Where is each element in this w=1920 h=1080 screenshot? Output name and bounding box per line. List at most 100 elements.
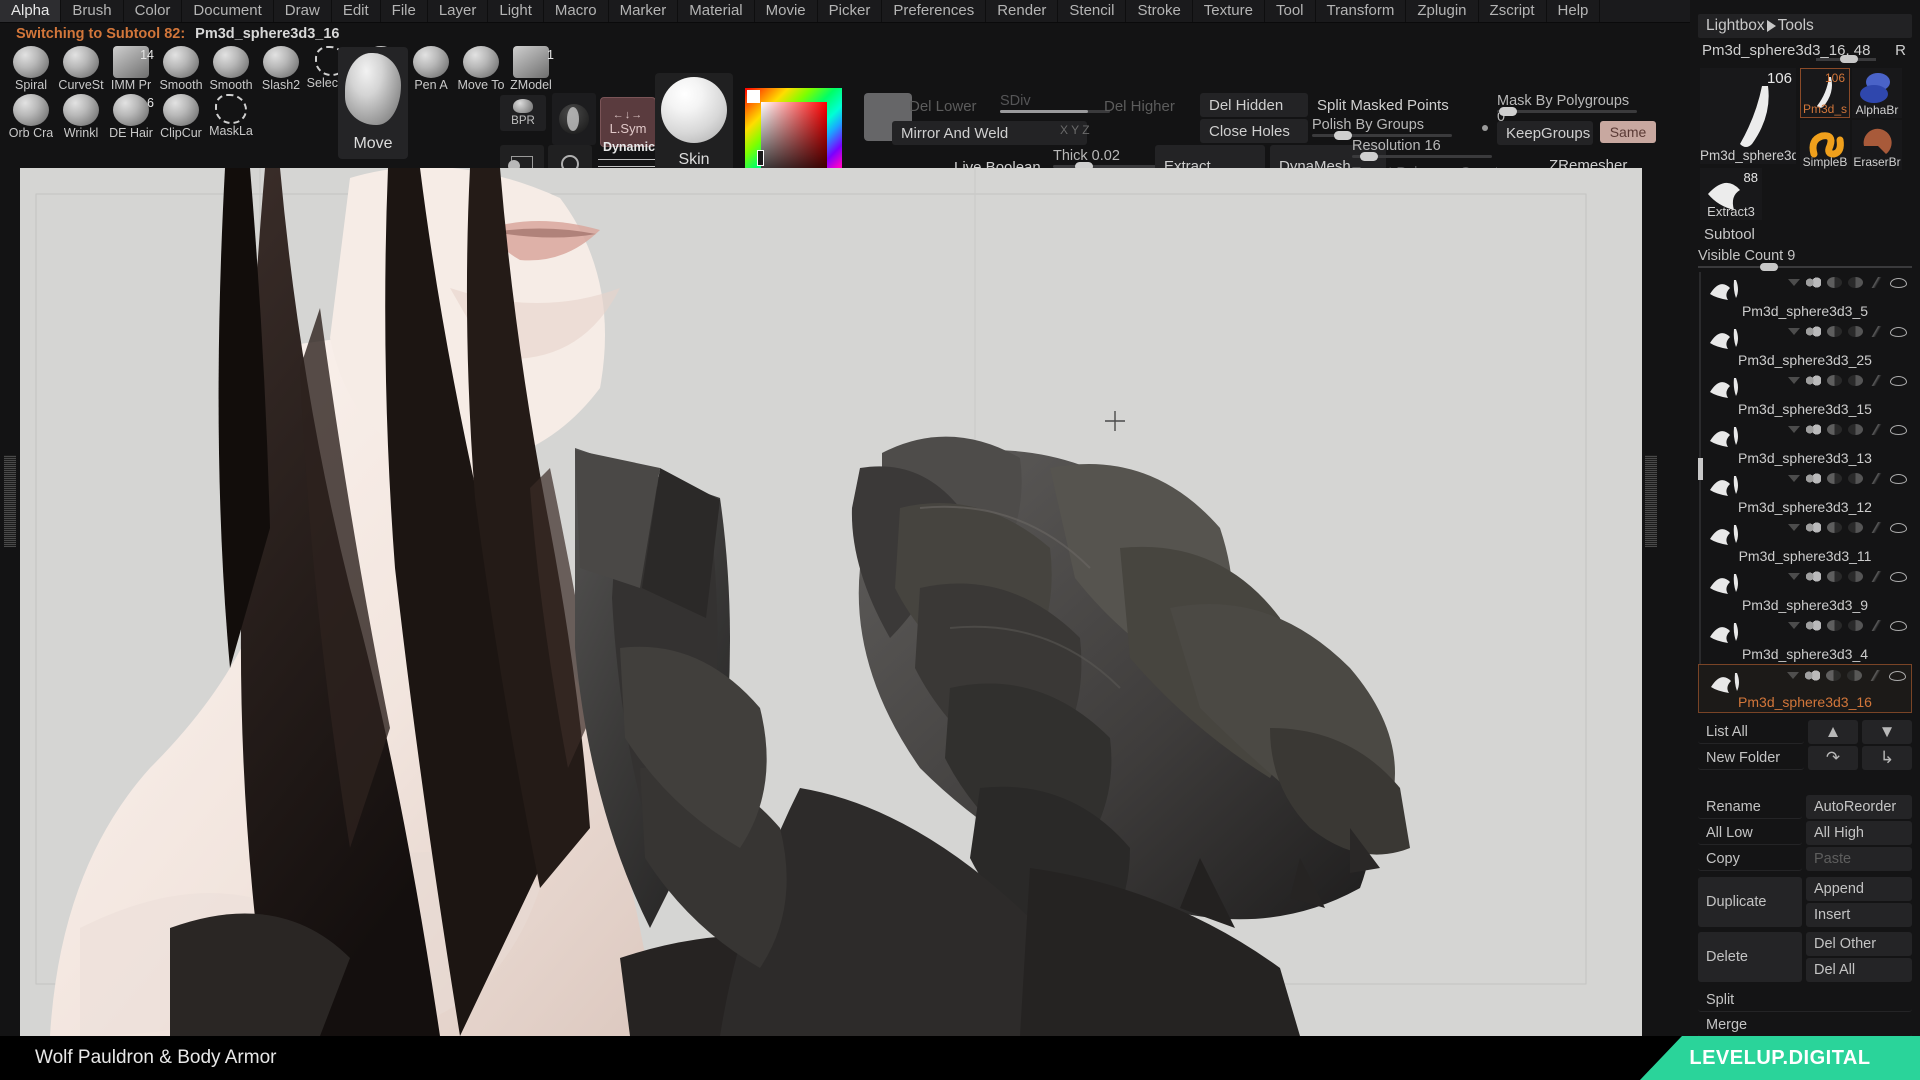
polyframe-icon[interactable] [1848,620,1863,631]
all-high-button[interactable]: All High [1806,821,1912,845]
move-up-button[interactable]: ▲ [1808,720,1858,744]
bpr-button[interactable]: BPR [500,95,546,131]
subtool-icon-row[interactable] [1788,277,1907,288]
visibility-toggle-icon[interactable] [1806,620,1821,631]
subtool-item[interactable]: Pm3d_sphere3d3_25 [1698,321,1912,370]
visible-count-knob[interactable] [1760,263,1778,271]
subtool-icon-row[interactable] [1788,375,1907,386]
paint-icon[interactable] [1869,571,1884,582]
paint-icon[interactable] [1869,375,1884,386]
polyframe-icon[interactable] [1848,522,1863,533]
subtool-item[interactable]: Pm3d_sphere3d3_11 [1698,517,1912,566]
visible-count-slider[interactable]: Visible Count 9 [1698,248,1912,271]
brush-mask-lasso-icon[interactable]: MaskLa [206,93,256,141]
smt-shading-icon[interactable] [1827,326,1842,337]
tool-thumb-4[interactable]: EraserBr [1852,120,1902,170]
close-holes-button[interactable]: Close Holes [1200,119,1308,143]
menu-item-picker[interactable]: Picker [818,0,883,22]
menu-item-light[interactable]: Light [488,0,544,22]
menu-item-zscript[interactable]: Zscript [1479,0,1547,22]
menu-item-texture[interactable]: Texture [1193,0,1265,22]
polymesh-arrow-icon[interactable] [1788,426,1800,433]
visibility-toggle-icon[interactable] [1806,473,1821,484]
all-low-button[interactable]: All Low [1698,821,1802,845]
polyframe-icon[interactable] [1848,375,1863,386]
eye-visibility-icon[interactable] [1890,473,1907,484]
paint-icon[interactable] [1869,473,1884,484]
eye-visibility-icon[interactable] [1890,277,1907,288]
eye-visibility-icon[interactable] [1890,522,1907,533]
keepgroups-button[interactable]: KeepGroups [1497,121,1593,145]
visibility-toggle-icon[interactable] [1806,326,1821,337]
resolution-knob[interactable] [1360,152,1378,161]
tool-thumb-5[interactable]: 88 Extract3 [1700,168,1762,220]
polymesh-arrow-icon[interactable] [1788,279,1800,286]
visibility-toggle-icon[interactable] [1806,424,1821,435]
smt-shading-icon[interactable] [1827,424,1842,435]
copy-button[interactable]: Copy [1698,847,1802,871]
polish-toggle-dot[interactable] [1482,125,1488,131]
brush-clip-curve-icon[interactable]: ClipCur [156,93,206,141]
smt-shading-icon[interactable] [1827,522,1842,533]
paint-icon[interactable] [1869,424,1884,435]
paint-icon[interactable] [1868,670,1883,681]
paint-icon[interactable] [1869,522,1884,533]
polymesh-arrow-icon[interactable] [1788,573,1800,580]
brush-smooth-stronger-icon[interactable]: Smooth [206,45,256,93]
paint-icon[interactable] [1869,620,1884,631]
subtool-icon-row[interactable] [1788,522,1907,533]
brush-sphere-spiral-icon[interactable]: Spiral [6,45,56,93]
polymesh-arrow-icon[interactable] [1788,524,1800,531]
right-scroll-handle[interactable] [1645,455,1657,547]
menu-item-stroke[interactable]: Stroke [1126,0,1193,22]
insert-button[interactable]: Insert [1806,903,1912,927]
subtool-icon-row[interactable] [1788,326,1907,337]
brush-pen-a-icon[interactable]: Pen A [406,45,456,93]
subtool-icon-row[interactable] [1788,571,1907,582]
smt-shading-icon[interactable] [1827,473,1842,484]
polyframe-icon[interactable] [1848,277,1863,288]
brush-smooth-icon[interactable]: Smooth [156,45,206,93]
visibility-toggle-icon[interactable] [1806,571,1821,582]
del-hidden-button[interactable]: Del Hidden [1200,93,1308,117]
polymesh-arrow-icon[interactable] [1787,672,1799,679]
polyframe-icon[interactable] [1848,473,1863,484]
subtool-list[interactable]: Pm3d_sphere3d3_5 Pm3d_sphere3d3_25 Pm3d_sp… [1698,272,1912,713]
visibility-toggle-icon[interactable] [1806,375,1821,386]
polymesh-arrow-icon[interactable] [1788,475,1800,482]
3d-viewport[interactable] [20,168,1642,1036]
polymesh-arrow-icon[interactable] [1788,377,1800,384]
menu-item-file[interactable]: File [381,0,428,22]
subtool-icon-row[interactable] [1787,670,1906,681]
subtool-item[interactable]: Pm3d_sphere3d3_16 [1698,664,1912,713]
list-all-button[interactable]: List All [1698,720,1804,744]
menu-item-tool[interactable]: Tool [1265,0,1316,22]
smt-shading-icon[interactable] [1826,670,1841,681]
brush-move-topological-icon[interactable]: Move To [456,45,506,93]
tool-thumb-0[interactable]: 106 Pm3d_sphere3d [1700,68,1796,164]
duplicate-button[interactable]: Duplicate [1698,877,1802,927]
subtool-icon-row[interactable] [1788,473,1907,484]
menu-item-transform[interactable]: Transform [1316,0,1407,22]
del-lower-button[interactable]: Del Lower [900,95,986,117]
split-masked-points-button[interactable]: Split Masked Points [1308,93,1458,117]
auto-reorder-button[interactable]: AutoReorder [1806,795,1912,819]
polyframe-icon[interactable] [1848,424,1863,435]
visibility-toggle-icon[interactable] [1806,277,1821,288]
move-in-button[interactable]: ↳ [1862,746,1912,770]
tool-thumb-1[interactable]: 106 Pm3d_s [1800,68,1850,118]
merge-button[interactable]: Merge [1698,1013,1912,1037]
polymesh-arrow-icon[interactable] [1788,328,1800,335]
brush-curve-strap-icon[interactable]: CurveSt [56,45,106,93]
brush-orb-cracks-icon[interactable]: Orb Cra [6,93,56,141]
menu-item-layer[interactable]: Layer [428,0,489,22]
menu-item-macro[interactable]: Macro [544,0,609,22]
same-button[interactable]: Same [1600,121,1656,143]
tool-slider-knob[interactable] [1840,55,1858,63]
move-out-button[interactable]: ↷ [1808,746,1858,770]
menu-item-color[interactable]: Color [124,0,183,22]
eye-visibility-icon[interactable] [1890,620,1907,631]
subtool-item[interactable]: Pm3d_sphere3d3_9 [1698,566,1912,615]
menu-item-help[interactable]: Help [1547,0,1601,22]
eye-visibility-icon[interactable] [1889,670,1906,681]
